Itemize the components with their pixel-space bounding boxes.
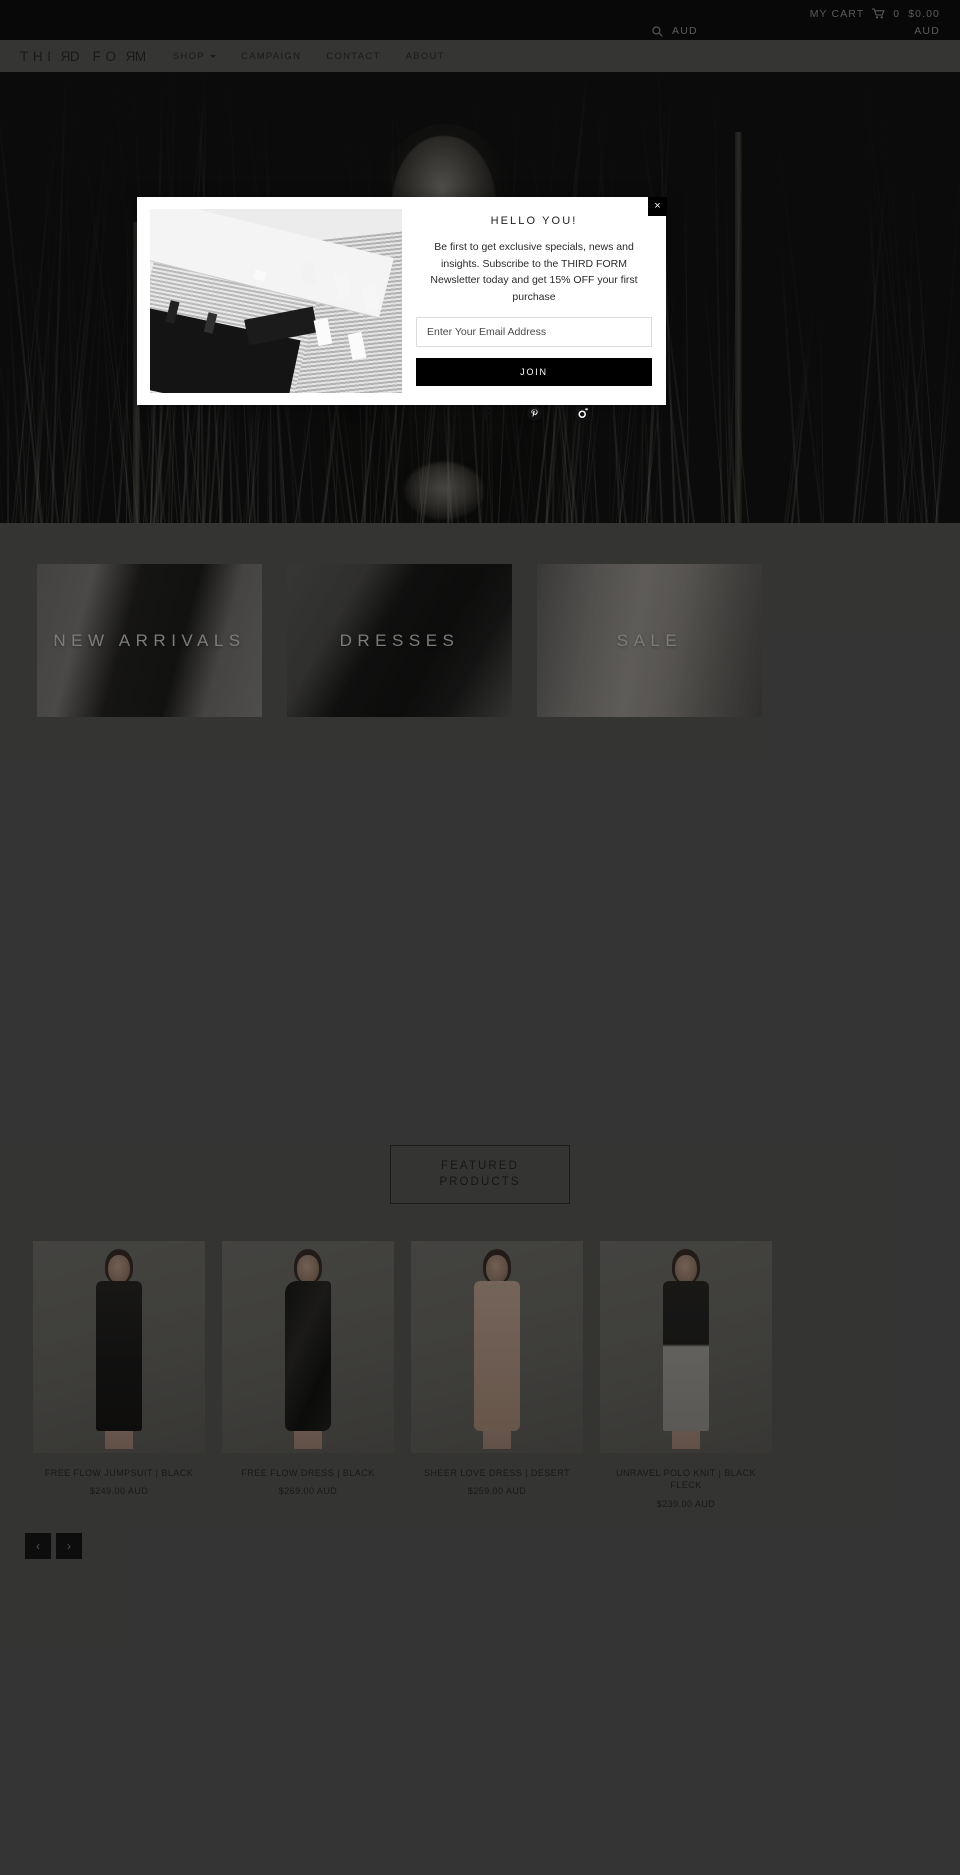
category-label-new-arrivals: NEW ARRIVALS xyxy=(37,631,262,651)
product-image[interactable] xyxy=(411,1241,583,1453)
logo-part-2: D FO xyxy=(70,49,121,64)
site-logo[interactable]: THIRD FORM xyxy=(20,49,151,64)
product-image[interactable] xyxy=(33,1241,205,1453)
logo-part-3: M xyxy=(135,49,151,64)
hero-post-right xyxy=(735,132,742,523)
featured-heading-line-1: FEATURED xyxy=(441,1160,519,1172)
carousel-controls: ‹ › xyxy=(0,1509,960,1559)
close-icon[interactable]: × xyxy=(648,197,667,216)
category-banner-row: NEW ARRIVALS DRESSES SALE xyxy=(0,523,960,717)
cart-count: 0 xyxy=(893,8,900,20)
featured-products-heading: FEATURED PRODUCTS xyxy=(390,1145,569,1204)
cart-total: $0.00 xyxy=(908,8,940,20)
join-button[interactable]: JOIN xyxy=(416,358,652,386)
product-title[interactable]: UNRAVEL POLO KNIT | BLACK FLECK xyxy=(600,1467,772,1492)
logo-flipped-r-2: R xyxy=(121,49,135,64)
product-image[interactable] xyxy=(600,1241,772,1453)
newsletter-modal-content: HELLO YOU! Be first to get exclusive spe… xyxy=(402,197,666,405)
category-card-sale[interactable]: SALE xyxy=(537,564,762,717)
email-input[interactable] xyxy=(416,317,652,347)
nav-label-campaign: CAMPAIGN xyxy=(241,51,301,62)
main-navigation: SHOP CAMPAIGN CONTACT ABOUT xyxy=(173,51,445,62)
product-price: $259.00 AUD xyxy=(411,1486,583,1496)
product-title[interactable]: FREE FLOW JUMPSUIT | BLACK xyxy=(33,1467,205,1480)
category-card-new-arrivals[interactable]: NEW ARRIVALS xyxy=(37,564,262,717)
my-cart-label[interactable]: MY CART xyxy=(810,8,865,20)
nav-label-shop: SHOP xyxy=(173,51,205,62)
top-utility-bar: MY CART 0 $0.00 AUD AUD xyxy=(0,0,960,40)
nav-label-about: ABOUT xyxy=(406,51,445,62)
product-image[interactable] xyxy=(222,1241,394,1453)
nav-item-contact[interactable]: CONTACT xyxy=(326,51,380,62)
product-card[interactable]: FREE FLOW JUMPSUIT | BLACK $249.00 AUD xyxy=(33,1241,205,1509)
search-icon[interactable] xyxy=(652,26,663,37)
newsletter-modal-image xyxy=(150,209,402,393)
product-title[interactable]: FREE FLOW DRESS | BLACK xyxy=(222,1467,394,1480)
facebook-icon[interactable] xyxy=(479,406,494,426)
newsletter-modal: × HELLO YOU! Be first to get exclusive s… xyxy=(137,197,666,405)
chevron-down-icon xyxy=(210,55,216,58)
instagram-icon[interactable] xyxy=(575,406,590,426)
product-card[interactable]: FREE FLOW DRESS | BLACK $269.00 AUD xyxy=(222,1241,394,1509)
featured-heading-line-2: PRODUCTS xyxy=(439,1174,520,1190)
search-currency-row: AUD AUD xyxy=(20,22,940,40)
category-label-sale: SALE xyxy=(537,631,762,651)
category-card-dresses[interactable]: DRESSES xyxy=(287,564,512,717)
category-label-dresses: DRESSES xyxy=(287,631,512,651)
logo-part-1: THI xyxy=(20,49,56,64)
nav-item-shop[interactable]: SHOP xyxy=(173,51,216,62)
product-card[interactable]: SHEER LOVE DRESS | DESERT $259.00 AUD xyxy=(411,1241,583,1509)
product-carousel: FREE FLOW JUMPSUIT | BLACK $249.00 AUD F… xyxy=(0,1204,960,1509)
nav-label-contact: CONTACT xyxy=(326,51,380,62)
nav-item-about[interactable]: ABOUT xyxy=(406,51,445,62)
product-title[interactable]: SHEER LOVE DRESS | DESERT xyxy=(411,1467,583,1480)
featured-products-section: FEATURED PRODUCTS xyxy=(0,1145,960,1204)
social-links xyxy=(416,406,652,426)
site-header: THIRD FORM SHOP CAMPAIGN CONTACT ABOUT xyxy=(0,40,960,72)
cart-summary[interactable]: MY CART 0 $0.00 xyxy=(20,0,940,22)
carousel-prev-button[interactable]: ‹ xyxy=(25,1533,51,1559)
shopping-cart-icon[interactable] xyxy=(872,8,885,19)
product-price: $269.00 AUD xyxy=(222,1486,394,1496)
currency-selector-right[interactable]: AUD xyxy=(914,25,940,37)
product-card[interactable]: UNRAVEL POLO KNIT | BLACK FLECK $239.00 … xyxy=(600,1241,772,1509)
product-price: $239.00 AUD xyxy=(600,1499,772,1509)
nav-item-campaign[interactable]: CAMPAIGN xyxy=(241,51,301,62)
product-price: $249.00 AUD xyxy=(33,1486,205,1496)
carousel-next-button[interactable]: › xyxy=(56,1533,82,1559)
newsletter-title: HELLO YOU! xyxy=(416,215,652,227)
currency-selector-left[interactable]: AUD xyxy=(672,25,698,37)
logo-flipped-r-1: R xyxy=(56,49,70,64)
newsletter-description: Be first to get exclusive specials, news… xyxy=(416,239,652,305)
pinterest-icon[interactable] xyxy=(527,406,542,426)
